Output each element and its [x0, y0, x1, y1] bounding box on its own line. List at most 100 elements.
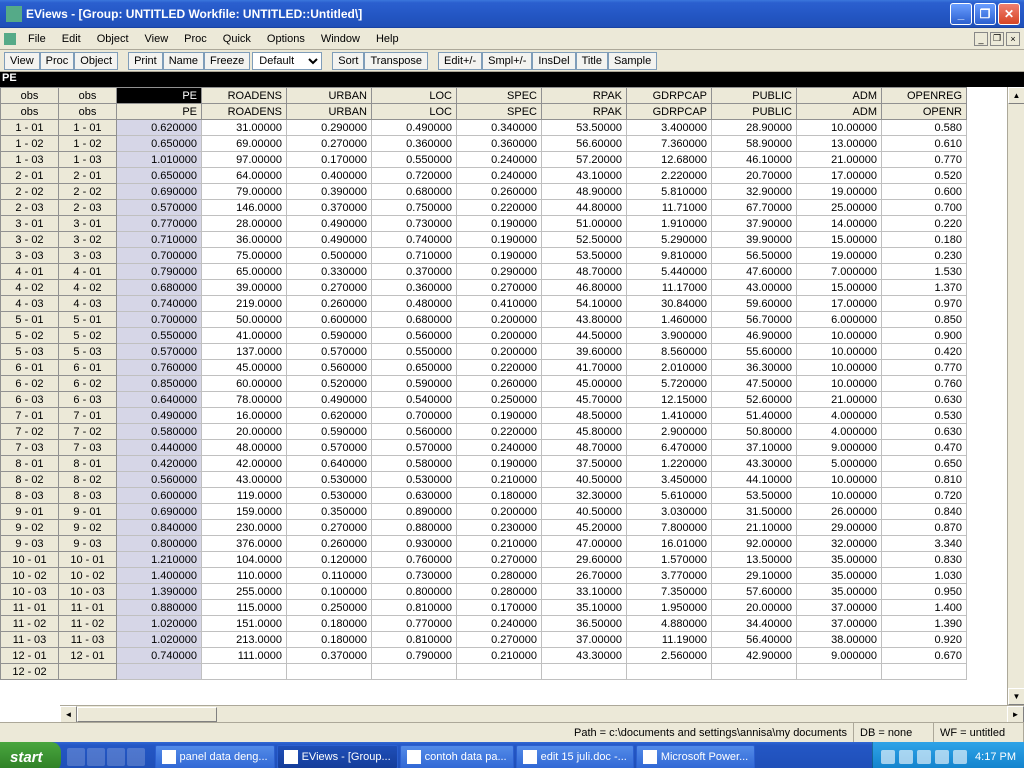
- cell[interactable]: 37.50000: [542, 456, 627, 472]
- cell[interactable]: 0.770000: [117, 216, 202, 232]
- row-obs[interactable]: 1 - 03: [59, 152, 117, 168]
- cell[interactable]: 0.210000: [457, 648, 542, 664]
- cell[interactable]: 0.210000: [457, 536, 542, 552]
- tb-sort[interactable]: Sort: [332, 52, 364, 70]
- cell[interactable]: 33.10000: [542, 584, 627, 600]
- cell[interactable]: 0.720: [882, 488, 967, 504]
- row-header[interactable]: 12 - 02: [1, 664, 59, 680]
- cell[interactable]: 56.70000: [712, 312, 797, 328]
- cell[interactable]: 0.560000: [372, 328, 457, 344]
- cell[interactable]: 0.630000: [372, 488, 457, 504]
- cell[interactable]: 0.790000: [372, 648, 457, 664]
- row-obs[interactable]: 10 - 02: [59, 568, 117, 584]
- cell[interactable]: 0.240000: [457, 616, 542, 632]
- cell[interactable]: 151.0000: [202, 616, 287, 632]
- cell[interactable]: 35.10000: [542, 600, 627, 616]
- child-close-button[interactable]: ×: [1006, 32, 1020, 46]
- cell[interactable]: 0.200000: [457, 344, 542, 360]
- row-obs[interactable]: 7 - 02: [59, 424, 117, 440]
- cell[interactable]: 10.00000: [797, 120, 882, 136]
- cell[interactable]: 56.60000: [542, 136, 627, 152]
- cell[interactable]: 0.850000: [117, 376, 202, 392]
- cell[interactable]: 0.750000: [372, 200, 457, 216]
- row-header[interactable]: 5 - 03: [1, 344, 59, 360]
- row-obs[interactable]: 7 - 03: [59, 440, 117, 456]
- tb-insdel[interactable]: InsDel: [532, 52, 575, 70]
- cell[interactable]: 0.760000: [372, 552, 457, 568]
- cell[interactable]: 20.70000: [712, 168, 797, 184]
- cell[interactable]: 0.650000: [372, 360, 457, 376]
- cell[interactable]: 1.010000: [117, 152, 202, 168]
- cell[interactable]: 36.30000: [712, 360, 797, 376]
- col-header[interactable]: ROADENS: [202, 88, 287, 104]
- cell[interactable]: 0.610: [882, 136, 967, 152]
- cell[interactable]: 0.630: [882, 392, 967, 408]
- tray-icon[interactable]: [917, 750, 931, 764]
- cell[interactable]: 10.00000: [797, 344, 882, 360]
- cell[interactable]: [542, 664, 627, 680]
- cell[interactable]: 29.10000: [712, 568, 797, 584]
- cell[interactable]: 0.630: [882, 424, 967, 440]
- scroll-right-button[interactable]: ►: [1007, 706, 1024, 723]
- row-obs[interactable]: 6 - 02: [59, 376, 117, 392]
- cell[interactable]: 30.84000: [627, 296, 712, 312]
- taskbar-item[interactable]: contoh data pa...: [400, 745, 514, 768]
- cell[interactable]: 2.220000: [627, 168, 712, 184]
- cell[interactable]: 0.360000: [457, 136, 542, 152]
- cell[interactable]: [712, 664, 797, 680]
- cell[interactable]: 0.720000: [372, 168, 457, 184]
- cell[interactable]: 48.00000: [202, 440, 287, 456]
- cell[interactable]: 0.170000: [457, 600, 542, 616]
- cell[interactable]: 45.20000: [542, 520, 627, 536]
- cell[interactable]: 0.710000: [372, 248, 457, 264]
- row-obs[interactable]: 2 - 02: [59, 184, 117, 200]
- cell[interactable]: 0.560000: [372, 424, 457, 440]
- ql-icon[interactable]: [87, 748, 105, 766]
- cell[interactable]: 53.50000: [712, 488, 797, 504]
- cell[interactable]: 6.000000: [797, 312, 882, 328]
- cell[interactable]: 0.650: [882, 456, 967, 472]
- scroll-thumb[interactable]: [77, 707, 217, 722]
- cell[interactable]: 0.670: [882, 648, 967, 664]
- cell[interactable]: 11.71000: [627, 200, 712, 216]
- cell[interactable]: 45.70000: [542, 392, 627, 408]
- cell[interactable]: 21.00000: [797, 152, 882, 168]
- cell[interactable]: 0.810000: [372, 632, 457, 648]
- cell[interactable]: 0.180000: [287, 616, 372, 632]
- row-obs[interactable]: 11 - 01: [59, 600, 117, 616]
- cell[interactable]: 0.230000: [457, 520, 542, 536]
- col-header-2[interactable]: RPAK: [542, 104, 627, 120]
- row-header[interactable]: 1 - 01: [1, 120, 59, 136]
- cell[interactable]: [372, 664, 457, 680]
- cell[interactable]: 0.950: [882, 584, 967, 600]
- cell[interactable]: 0.220000: [457, 200, 542, 216]
- start-button[interactable]: start: [0, 742, 61, 768]
- cell[interactable]: 0.240000: [457, 440, 542, 456]
- cell[interactable]: 3.030000: [627, 504, 712, 520]
- tb-freeze[interactable]: Freeze: [204, 52, 250, 70]
- tb-sample[interactable]: Sample: [608, 52, 657, 70]
- cell[interactable]: 47.00000: [542, 536, 627, 552]
- row-obs[interactable]: 3 - 01: [59, 216, 117, 232]
- cell[interactable]: 0.880000: [372, 520, 457, 536]
- cell[interactable]: 3.770000: [627, 568, 712, 584]
- cell[interactable]: 5.290000: [627, 232, 712, 248]
- cell[interactable]: 0.360000: [372, 136, 457, 152]
- tb-title[interactable]: Title: [576, 52, 608, 70]
- cell[interactable]: 37.10000: [712, 440, 797, 456]
- cell[interactable]: 0.190000: [457, 456, 542, 472]
- row-header[interactable]: 9 - 02: [1, 520, 59, 536]
- menu-proc[interactable]: Proc: [176, 31, 215, 47]
- cell[interactable]: 55.60000: [712, 344, 797, 360]
- col-header[interactable]: RPAK: [542, 88, 627, 104]
- cell[interactable]: 1.400000: [117, 568, 202, 584]
- cell[interactable]: 0.570000: [117, 344, 202, 360]
- col-header[interactable]: OPENREG: [882, 88, 967, 104]
- cell[interactable]: 21.00000: [797, 392, 882, 408]
- cell[interactable]: 37.00000: [542, 632, 627, 648]
- cell[interactable]: 92.00000: [712, 536, 797, 552]
- cell[interactable]: 58.90000: [712, 136, 797, 152]
- row-header[interactable]: 6 - 01: [1, 360, 59, 376]
- tray-icon[interactable]: [899, 750, 913, 764]
- cell[interactable]: 43.30000: [542, 648, 627, 664]
